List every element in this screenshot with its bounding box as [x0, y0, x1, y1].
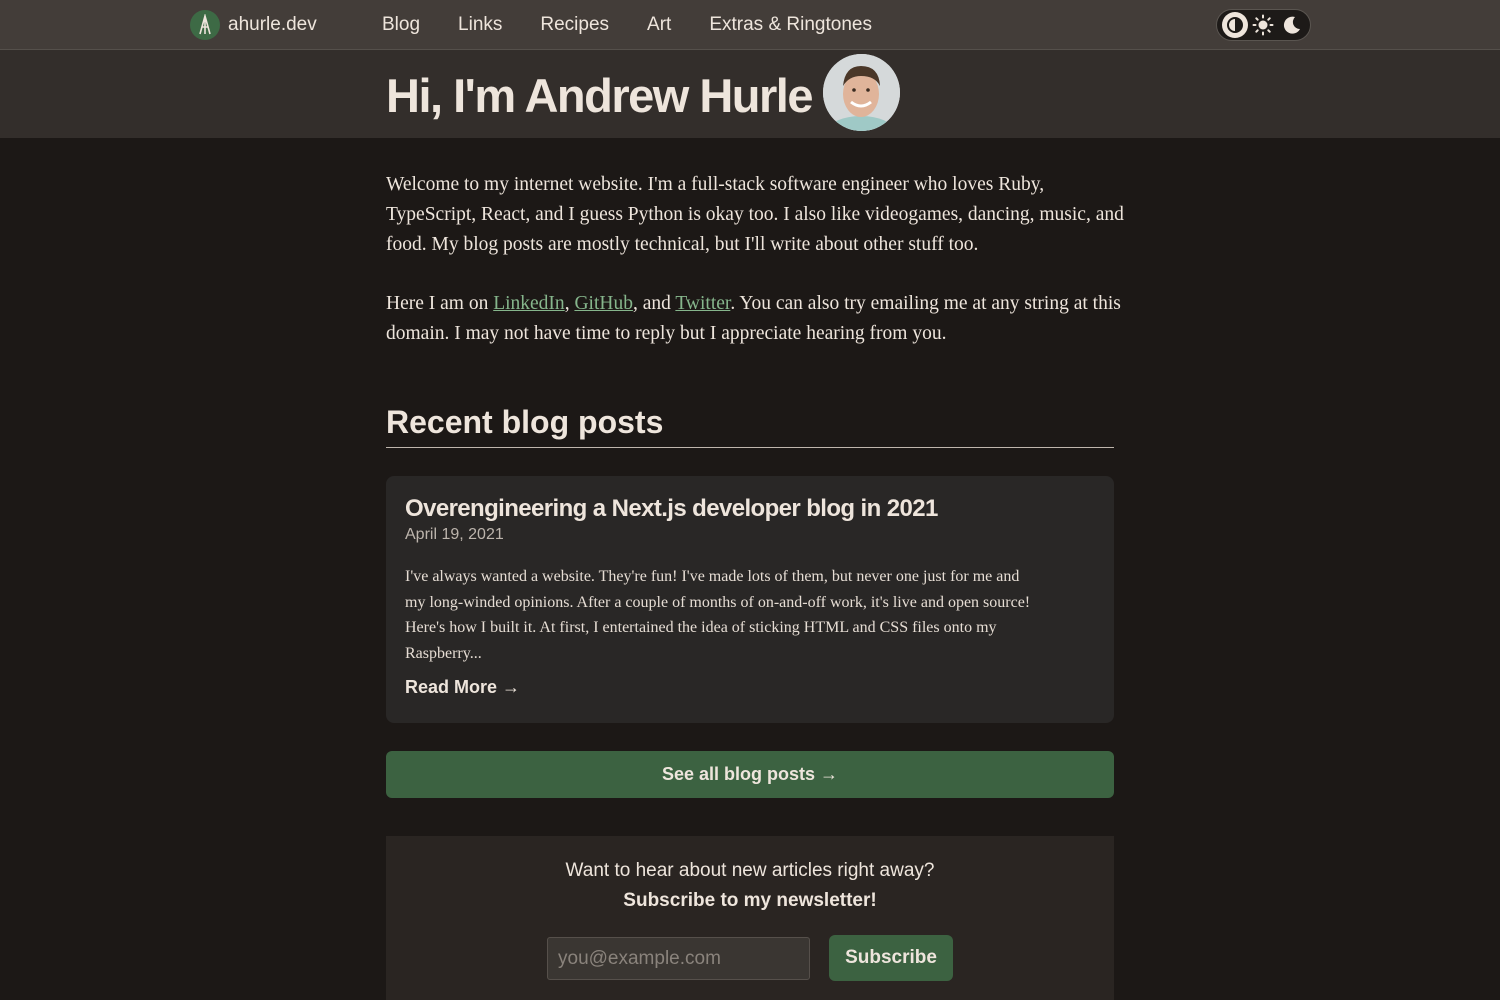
newsletter-prompt: Want to hear about new articles right aw…	[565, 860, 935, 881]
blog-post-card: Overengineering a Next.js developer blog…	[386, 476, 1114, 723]
nav-link-links[interactable]: Links	[458, 14, 502, 36]
twitter-link[interactable]: Twitter	[675, 293, 730, 314]
github-link[interactable]: GitHub	[574, 293, 633, 314]
newsletter-email-input[interactable]	[547, 937, 810, 980]
read-more-link[interactable]: Read More →	[405, 677, 520, 698]
brand-logo-icon	[190, 10, 220, 40]
nav-links: Blog Links Recipes Art Extras & Ringtone…	[382, 0, 872, 50]
nav-link-extras[interactable]: Extras & Ringtones	[709, 14, 872, 36]
newsletter-heading: Subscribe to my newsletter!	[623, 890, 877, 911]
avatar	[823, 54, 900, 131]
brand-link[interactable]: ahurle.dev	[190, 10, 317, 40]
nav-link-recipes[interactable]: Recipes	[540, 14, 609, 36]
theme-dark-button[interactable]	[1279, 12, 1305, 38]
recent-posts-heading: Recent blog posts	[386, 404, 1114, 448]
top-nav: ahurle.dev Blog Links Recipes Art Extras…	[0, 0, 1500, 50]
post-date: April 19, 2021	[405, 526, 504, 543]
post-title-link[interactable]: Overengineering a Next.js developer blog…	[405, 495, 938, 523]
nav-link-blog[interactable]: Blog	[382, 14, 420, 36]
system-theme-icon	[1227, 17, 1244, 33]
intro-paragraph: Welcome to my internet website. I'm a fu…	[386, 174, 1124, 255]
theme-toggle	[1216, 9, 1311, 41]
nav-link-art[interactable]: Art	[647, 14, 671, 36]
social-sep: , and	[632, 293, 676, 314]
sun-icon	[1252, 14, 1274, 36]
page-title: Hi, I'm Andrew Hurle	[386, 69, 814, 122]
hero-banner: Hi, I'm Andrew Hurle	[0, 50, 1500, 138]
newsletter-box: Want to hear about new articles right aw…	[386, 836, 1114, 1000]
brand-name: ahurle.dev	[228, 14, 317, 35]
subscribe-button[interactable]: Subscribe	[829, 935, 953, 981]
theme-light-button[interactable]	[1250, 12, 1276, 38]
intro: Welcome to my internet website. I'm a fu…	[386, 170, 1126, 378]
post-excerpt: I've always wanted a website. They're fu…	[405, 568, 1031, 662]
linkedin-link[interactable]: LinkedIn	[493, 293, 564, 314]
social-sep: ,	[564, 293, 575, 314]
social-paragraph: Here I am on LinkedIn, GitHub, and Twitt…	[386, 289, 1126, 349]
moon-icon	[1283, 16, 1300, 34]
social-prefix: Here I am on	[386, 293, 494, 314]
see-all-posts-button[interactable]: See all blog posts →	[386, 751, 1114, 798]
theme-system-button[interactable]	[1222, 12, 1249, 38]
